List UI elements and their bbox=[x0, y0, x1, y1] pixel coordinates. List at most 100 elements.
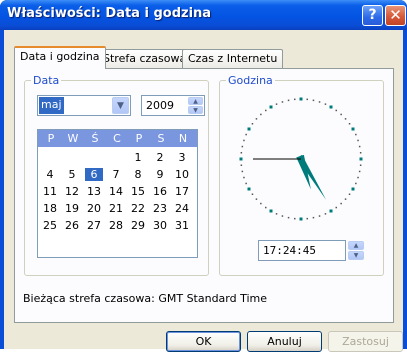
clock-minute-tick bbox=[251, 123, 254, 125]
weekday-label: W bbox=[67, 132, 79, 145]
calendar-day[interactable]: 2 bbox=[151, 151, 169, 164]
clock-minute-tick bbox=[312, 99, 315, 102]
clock-hour-tick bbox=[351, 187, 355, 191]
clock-minute-tick bbox=[245, 182, 247, 185]
clock-hour-tick bbox=[329, 105, 333, 109]
clock-hour-tick bbox=[269, 209, 273, 213]
weekday-label: C bbox=[113, 132, 121, 145]
spin-down-icon[interactable]: ▼ bbox=[348, 251, 364, 260]
month-select[interactable]: maj ▼ bbox=[37, 95, 131, 116]
time-field[interactable]: 17:24:45 bbox=[258, 240, 346, 261]
tab-label: Data i godzina bbox=[20, 50, 100, 63]
apply-label: Zastosuj bbox=[342, 335, 389, 348]
calendar-day-selected[interactable]: 6 bbox=[85, 168, 103, 181]
calendar-day[interactable]: 13 bbox=[85, 185, 103, 198]
clock-minute-tick bbox=[243, 139, 245, 142]
clock-minute-tick bbox=[318, 215, 321, 217]
tab-date-time[interactable]: Data i godzina bbox=[14, 46, 106, 69]
chevron-down-icon[interactable]: ▼ bbox=[112, 97, 129, 114]
year-spin-buttons: ▲ ▼ bbox=[188, 97, 203, 114]
calendar-day[interactable]: 24 bbox=[173, 202, 191, 215]
clock-minute-tick bbox=[358, 170, 361, 173]
calendar-day[interactable]: 21 bbox=[107, 202, 125, 215]
calendar-day[interactable]: 22 bbox=[129, 202, 147, 215]
clock-minute-tick bbox=[357, 176, 359, 179]
clock-hour-tick bbox=[247, 127, 251, 131]
clock-minute-tick bbox=[324, 213, 327, 215]
calendar-day[interactable]: 29 bbox=[129, 219, 147, 232]
window-border-right bbox=[403, 30, 407, 349]
calendar-day[interactable]: 23 bbox=[151, 202, 169, 215]
calendar-day[interactable]: 7 bbox=[107, 168, 125, 181]
title-bar[interactable]: Właściwości: Data i godzina ? ✕ bbox=[0, 0, 407, 30]
clock-minute-tick bbox=[240, 152, 243, 154]
window-title: Właściwości: Data i godzina bbox=[7, 6, 212, 21]
calendar-day[interactable]: 1 bbox=[129, 151, 147, 164]
clock-minute-tick bbox=[245, 133, 247, 136]
calendar-day[interactable]: 15 bbox=[129, 185, 147, 198]
calendar-day[interactable]: 19 bbox=[63, 202, 81, 215]
clock-minute-tick bbox=[251, 193, 254, 195]
calendar-day[interactable]: 3 bbox=[173, 151, 191, 164]
month-value: maj bbox=[39, 97, 64, 114]
clock-minute-tick bbox=[335, 109, 337, 112]
calendar-day[interactable]: 27 bbox=[85, 219, 103, 232]
clock-minute-tick bbox=[312, 216, 315, 219]
calendar-day[interactable]: 26 bbox=[63, 219, 81, 232]
time-spin-buttons: ▲ ▼ bbox=[348, 240, 365, 261]
calendar-day[interactable]: 25 bbox=[41, 219, 59, 232]
tab-label: Strefa czasowa bbox=[103, 52, 187, 65]
clock-minute-tick bbox=[265, 206, 267, 209]
help-icon[interactable]: ? bbox=[362, 5, 383, 26]
clock-minute-tick bbox=[348, 123, 351, 125]
spin-up-icon[interactable]: ▲ bbox=[348, 241, 364, 250]
current-timezone-text: Bieżąca strefa czasowa: GMT Standard Tim… bbox=[23, 292, 268, 305]
calendar-grid: P W Ś C P S N 1 2 3 4 5 6 7 8 9 10 11 12 13 14 15 16 17 18 19 20 21… bbox=[37, 129, 198, 258]
clock-minute-tick bbox=[243, 176, 245, 179]
calendar-day[interactable]: 31 bbox=[173, 219, 191, 232]
clock-hour-tick bbox=[329, 209, 333, 213]
weekday-label: Ś bbox=[91, 132, 99, 145]
clock-minute-tick bbox=[357, 139, 359, 142]
calendar-day[interactable]: 20 bbox=[85, 202, 103, 215]
clock-hour-tick bbox=[269, 105, 273, 109]
clock-minute-tick bbox=[281, 215, 284, 217]
weekday-label: N bbox=[178, 132, 188, 145]
clock-minute-tick bbox=[281, 101, 284, 103]
calendar-day[interactable]: 11 bbox=[41, 185, 59, 198]
calendar-day[interactable]: 8 bbox=[129, 168, 147, 181]
year-value: 2009 bbox=[146, 99, 174, 112]
clock-minute-tick bbox=[324, 103, 327, 105]
clock-minute-tick bbox=[306, 98, 308, 101]
clock-minute-tick bbox=[241, 170, 244, 173]
calendar-day[interactable]: 30 bbox=[151, 219, 169, 232]
calendar-day[interactable]: 5 bbox=[63, 168, 81, 181]
calendar-day[interactable]: 12 bbox=[63, 185, 81, 198]
spin-up-icon[interactable]: ▲ bbox=[188, 97, 203, 105]
tab-label: Czas z Internetu bbox=[188, 52, 278, 65]
ok-label: OK bbox=[195, 335, 212, 348]
calendar-day[interactable]: 10 bbox=[173, 168, 191, 181]
year-spinner[interactable]: 2009 ▲ ▼ bbox=[141, 95, 205, 116]
clock-minute-tick bbox=[340, 113, 342, 116]
calendar-day[interactable]: 4 bbox=[41, 168, 59, 181]
weekday-label: P bbox=[135, 132, 143, 145]
clock-minute-tick bbox=[355, 133, 357, 136]
clock-minute-hand bbox=[296, 154, 327, 200]
clock-minute-tick bbox=[240, 164, 243, 166]
close-icon[interactable]: ✕ bbox=[385, 5, 406, 26]
calendar-day[interactable]: 17 bbox=[173, 185, 191, 198]
tab-time-zone[interactable]: Strefa czasowa bbox=[97, 49, 193, 68]
time-group-label: Godzina bbox=[226, 74, 275, 87]
calendar-day[interactable]: 18 bbox=[41, 202, 59, 215]
calendar-day[interactable]: 16 bbox=[151, 185, 169, 198]
spin-down-icon[interactable]: ▼ bbox=[188, 106, 203, 114]
calendar-day[interactable]: 9 bbox=[151, 168, 169, 181]
clock-hour-tick bbox=[299, 97, 303, 101]
clock-minute-tick bbox=[344, 118, 347, 120]
calendar-day[interactable]: 14 bbox=[107, 185, 125, 198]
time-value: 17:24:45 bbox=[263, 244, 316, 257]
tab-internet-time[interactable]: Czas z Internetu bbox=[182, 49, 284, 68]
clock-minute-tick bbox=[275, 213, 278, 215]
calendar-day[interactable]: 28 bbox=[107, 219, 125, 232]
